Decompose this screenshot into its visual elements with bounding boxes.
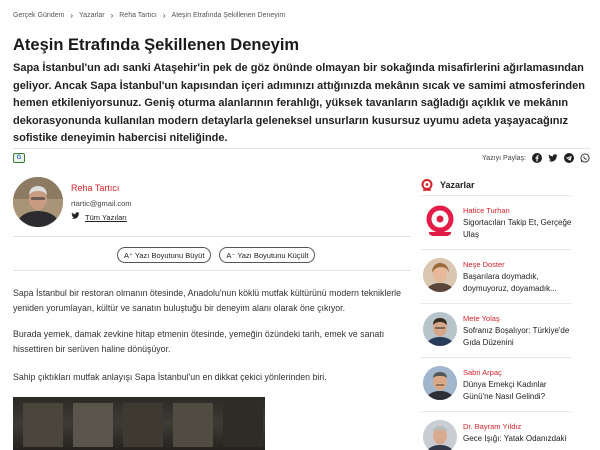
breadcrumb-authors[interactable]: Yazarlar [79,12,105,19]
image-detail [223,403,263,447]
breadcrumb-home[interactable]: Gerçek Gündem [13,12,64,19]
all-posts-link[interactable]: Tüm Yazıları [71,212,127,222]
sidebar-author-item[interactable]: Sabri Arpaç Dünya Emekçi Kadınlar Günü'n… [421,357,571,411]
article-paragraph: Sapa İstanbul bir restoran olmanın ötesi… [13,288,401,313]
telegram-icon[interactable] [564,153,574,163]
author-avatar [423,366,457,400]
sidebar-author-item[interactable]: Hatice Turhan Sigortacıları Takip Et, Ge… [421,195,571,249]
sidebar-post-title[interactable]: Başarılara doymadık, doymuyoruz, doyamad… [463,271,573,294]
author-card: Reha Tartıcı rtartic@gmail.com Tüm Yazıl… [13,177,413,227]
image-detail [73,403,113,447]
breadcrumb-author[interactable]: Reha Tartıcı [119,12,157,19]
divider [13,236,411,237]
sidebar-author-item[interactable]: Dr. Bayram Yıldız Gece Işığı: Yatak Odan… [421,411,571,450]
share-group: Yazıyı Paylaş: [482,153,590,163]
sidebar-author-name[interactable]: Sabri Arpaç [463,368,502,377]
article-image [13,397,265,450]
sidebar-author-name[interactable]: Hatice Turhan [463,206,510,215]
article-paragraph: Burada yemek, damak zevkine hitap etmeni… [13,329,385,354]
breadcrumb: Gerçek Gündem › Yazarlar › Reha Tartıcı … [13,11,285,20]
author-email: rtartic@gmail.com [71,199,132,208]
chevron-right-icon: › [162,11,166,20]
facebook-icon[interactable] [532,153,542,163]
sidebar-post-title[interactable]: Sofranız Boşalıyor: Türkiye'de Gıda Düze… [463,325,573,348]
twitter-icon[interactable] [548,153,558,163]
sidebar-post-title[interactable]: Sigortacıları Takip Et, Gerçeğe Ulaş [463,217,573,240]
twitter-icon[interactable] [71,212,80,222]
image-detail [123,403,163,447]
article-title: Ateşin Etrafında Şekillenen Deneyim [13,36,300,54]
sidebar-post-title[interactable]: Dünya Emekçi Kadınlar Günü'ne Nasıl Geli… [463,379,573,402]
sidebar-author-name[interactable]: Neşe Doster [463,260,505,269]
google-badge-text: G [16,155,22,161]
whatsapp-icon[interactable] [580,153,590,163]
author-name[interactable]: Reha Tartıcı [71,183,119,193]
breadcrumb-current: Ateşin Etrafında Şekillenen Deneyim [171,12,286,19]
sidebar-author-name[interactable]: Mete Yolaş [463,314,500,323]
article-paragraph: Sahip çıktıkları mutfak anlayışı Sapa İs… [13,372,327,382]
sidebar-title: Yazarlar [440,180,475,190]
brand-logo-icon [421,179,433,191]
author-avatar[interactable] [13,177,63,227]
author-avatar [423,258,457,292]
font-decrease-button[interactable]: A⁻ Yazı Boyutunu Küçült [219,247,316,263]
sidebar-header: Yazarlar [421,175,571,195]
author-avatar [423,420,457,450]
sidebar-author-item[interactable]: Neşe Doster Başarılara doymadık, doymuyo… [421,249,571,303]
authors-sidebar: Yazarlar Hatice Turhan Sigortacıları Tak… [421,175,571,450]
image-detail [173,403,213,447]
chevron-right-icon: › [70,11,74,20]
author-avatar [423,312,457,346]
all-posts-label[interactable]: Tüm Yazıları [85,213,127,222]
share-label: Yazıyı Paylaş: [482,154,526,162]
sidebar-author-item[interactable]: Mete Yolaş Sofranız Boşalıyor: Türkiye'd… [421,303,571,357]
font-size-controls: A⁺ Yazı Boyutunu Büyüt A⁻ Yazı Boyutunu … [117,247,316,263]
article-lead: Sapa İstanbul'un adı sanki Ataşehir'in p… [13,62,585,144]
image-detail [23,403,63,447]
share-bar: G Yazıyı Paylaş: [13,148,590,166]
google-news-icon[interactable]: G [13,153,25,163]
sidebar-author-name[interactable]: Dr. Bayram Yıldız [463,422,521,431]
font-increase-button[interactable]: A⁺ Yazı Boyutunu Büyüt [117,247,212,263]
divider [13,270,411,271]
chevron-right-icon: › [110,11,114,20]
sidebar-post-title[interactable]: Gece Işığı: Yatak Odanızdaki [463,433,573,445]
author-logo-avatar [423,204,457,238]
